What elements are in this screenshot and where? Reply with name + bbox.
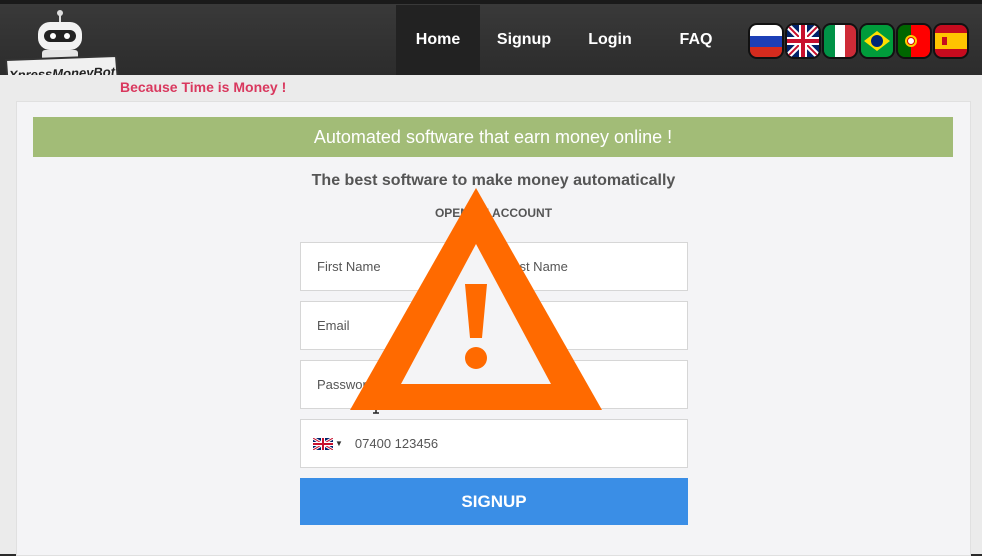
phone-placeholder: 07400 123456 [354,436,439,451]
nav-signup[interactable]: Signup [480,5,568,75]
italy-flag-icon[interactable] [824,25,856,57]
country-code-dropdown[interactable]: ▼ [313,437,343,450]
brazil-flag-icon[interactable] [861,25,893,57]
chevron-down-icon: ▼ [335,439,343,448]
portugal-flag-icon[interactable] [898,25,930,57]
language-selector [750,25,972,57]
top-navbar: XpressMoneyBot Home Signup Login FAQ [0,0,982,90]
nav-home[interactable]: Home [396,5,480,75]
email-placeholder: Email [317,318,350,333]
nav-faq[interactable]: FAQ [652,5,740,75]
uk-flag-icon[interactable] [787,25,819,57]
nav-login[interactable]: Login [568,5,652,75]
russian-flag-icon[interactable] [750,25,782,57]
uk-flag-small-icon [313,437,333,450]
promo-banner: Automated software that earn money onlin… [33,117,953,157]
signup-button[interactable]: SIGNUP [300,478,688,525]
top-strip [0,0,982,4]
warning-triangle-icon [350,188,602,410]
tagline: Because Time is Money ! [120,79,287,95]
main-nav: Home Signup Login FAQ [396,5,740,75]
spain-flag-icon[interactable] [935,25,967,57]
phone-field[interactable]: ▼ 07400 123456 [300,419,688,468]
